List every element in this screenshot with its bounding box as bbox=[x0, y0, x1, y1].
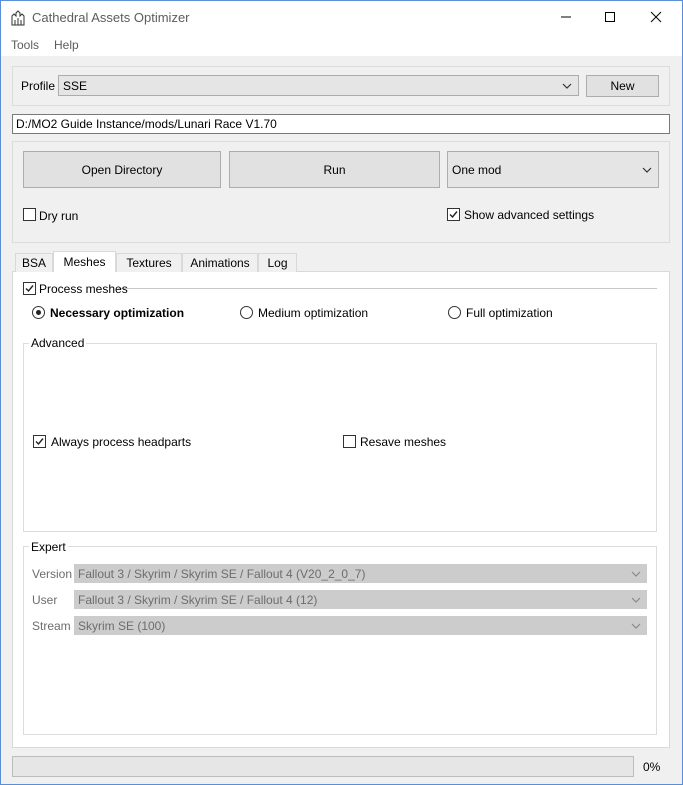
profile-value: SSE bbox=[63, 78, 88, 93]
profile-label: Profile bbox=[21, 79, 56, 93]
tab-log-label: Log bbox=[267, 256, 288, 270]
menu-tools[interactable]: Tools bbox=[11, 38, 39, 52]
version-select[interactable]: Fallout 3 / Skyrim / Skyrim SE / Fallout… bbox=[74, 564, 647, 583]
tab-meshes[interactable]: Meshes bbox=[53, 251, 116, 272]
chevron-down-icon bbox=[631, 597, 641, 603]
advanced-title: Advanced bbox=[29, 336, 87, 350]
chevron-down-icon bbox=[642, 167, 652, 173]
medium-optimization-label: Medium optimization bbox=[258, 306, 369, 320]
radio-full-optimization[interactable] bbox=[448, 306, 461, 319]
mode-select[interactable]: One mod bbox=[447, 151, 659, 188]
always-process-headparts-checkbox[interactable] bbox=[33, 435, 46, 448]
resave-meshes-label: Resave meshes bbox=[360, 435, 447, 449]
maximize-button[interactable] bbox=[587, 0, 633, 34]
stream-value: Skyrim SE (100) bbox=[78, 618, 166, 633]
menu-bar bbox=[0, 36, 683, 56]
cathedral-icon bbox=[10, 10, 26, 26]
tab-meshes-label: Meshes bbox=[63, 255, 106, 269]
checkmark-icon bbox=[35, 438, 44, 446]
chevron-down-icon bbox=[562, 83, 572, 89]
profile-select[interactable]: SSE bbox=[58, 75, 579, 96]
tab-textures-label: Textures bbox=[126, 256, 172, 270]
maximize-icon bbox=[605, 12, 615, 22]
progress-text: 0% bbox=[643, 760, 661, 774]
close-button[interactable] bbox=[633, 0, 679, 34]
expert-title: Expert bbox=[29, 540, 68, 554]
minimize-button[interactable] bbox=[543, 0, 589, 34]
show-advanced-label: Show advanced settings bbox=[464, 208, 595, 222]
window-title: Cathedral Assets Optimizer bbox=[32, 10, 190, 25]
user-value: Fallout 3 / Skyrim / Skyrim SE / Fallout… bbox=[78, 592, 318, 607]
version-label: Version bbox=[32, 567, 73, 581]
version-value: Fallout 3 / Skyrim / Skyrim SE / Fallout… bbox=[78, 566, 366, 581]
mode-value: One mod bbox=[452, 162, 502, 177]
dry-run-label: Dry run bbox=[39, 209, 79, 223]
process-meshes-checkbox[interactable] bbox=[23, 282, 36, 295]
new-profile-button[interactable]: New bbox=[586, 75, 659, 97]
tab-bsa-label: BSA bbox=[21, 256, 46, 270]
checkmark-icon bbox=[25, 285, 34, 293]
show-advanced-checkbox[interactable] bbox=[447, 208, 460, 221]
tab-bsa[interactable]: BSA bbox=[15, 253, 53, 272]
user-label: User bbox=[32, 593, 58, 607]
run-label: Run bbox=[323, 162, 346, 177]
process-meshes-label: Process meshes bbox=[39, 282, 128, 296]
run-button[interactable]: Run bbox=[229, 151, 440, 188]
stream-select[interactable]: Skyrim SE (100) bbox=[74, 616, 647, 635]
tab-log[interactable]: Log bbox=[258, 253, 297, 272]
close-icon bbox=[650, 11, 662, 23]
tab-animations[interactable]: Animations bbox=[182, 253, 258, 272]
stream-label: Stream bbox=[32, 619, 71, 633]
user-select[interactable]: Fallout 3 / Skyrim / Skyrim SE / Fallout… bbox=[74, 590, 647, 609]
path-value: D:/MO2 Guide Instance/mods/Lunari Race V… bbox=[16, 117, 277, 131]
dry-run-checkbox[interactable] bbox=[23, 208, 36, 221]
open-directory-label: Open Directory bbox=[81, 162, 163, 177]
process-meshes-divider bbox=[118, 288, 657, 289]
radio-medium-optimization[interactable] bbox=[240, 306, 253, 319]
path-input[interactable]: D:/MO2 Guide Instance/mods/Lunari Race V… bbox=[12, 114, 670, 134]
full-optimization-label: Full optimization bbox=[466, 306, 553, 320]
radio-necessary-optimization[interactable] bbox=[32, 306, 45, 319]
checkmark-icon bbox=[449, 211, 458, 219]
new-profile-label: New bbox=[610, 79, 635, 93]
tab-animations-label: Animations bbox=[190, 256, 250, 270]
resave-meshes-checkbox[interactable] bbox=[343, 435, 356, 448]
open-directory-button[interactable]: Open Directory bbox=[23, 151, 221, 188]
necessary-optimization-label: Necessary optimization bbox=[50, 306, 185, 320]
progress-bar bbox=[12, 756, 634, 777]
minimize-icon bbox=[561, 16, 571, 18]
tab-textures[interactable]: Textures bbox=[116, 253, 182, 272]
chevron-down-icon bbox=[631, 571, 641, 577]
chevron-down-icon bbox=[631, 623, 641, 629]
menu-help[interactable]: Help bbox=[54, 38, 79, 52]
always-process-headparts-label: Always process headparts bbox=[51, 435, 192, 449]
